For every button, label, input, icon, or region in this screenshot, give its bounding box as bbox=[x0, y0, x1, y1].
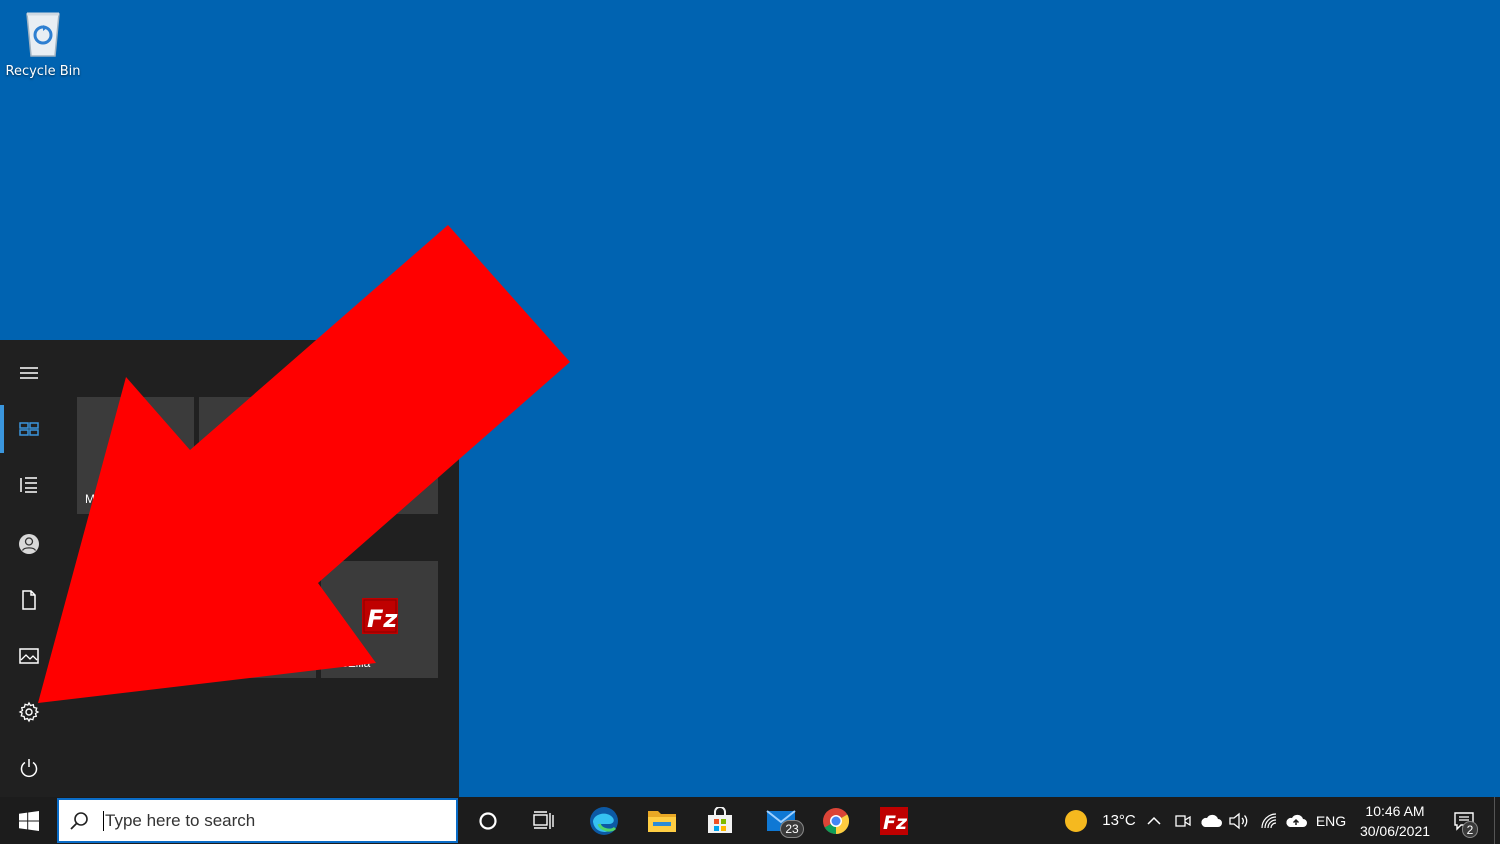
file-explorer-taskbar-button[interactable] bbox=[638, 797, 686, 844]
hamburger-menu-icon bbox=[20, 367, 38, 379]
wifi-icon bbox=[1261, 812, 1277, 828]
show-hidden-icons-button[interactable] bbox=[1142, 797, 1166, 844]
recycle-bin-label: Recycle Bin bbox=[5, 64, 81, 79]
meet-now-button[interactable] bbox=[1172, 797, 1194, 844]
svg-text:Fz: Fz bbox=[367, 605, 398, 633]
weather-temperature: 13°C bbox=[1102, 812, 1136, 829]
cortana-icon bbox=[479, 811, 497, 830]
notification-badge: 2 bbox=[1462, 821, 1478, 838]
expand-menu-button[interactable] bbox=[0, 345, 58, 401]
documents-icon bbox=[22, 590, 36, 610]
cortana-button[interactable] bbox=[464, 797, 512, 844]
settings-button[interactable] bbox=[0, 684, 58, 740]
clock-button[interactable]: 10:46 AM 30/06/2021 bbox=[1350, 800, 1440, 842]
tile-label: M bbox=[85, 492, 95, 506]
speaker-icon bbox=[1229, 812, 1248, 829]
pictures-icon bbox=[19, 648, 39, 664]
sun-icon bbox=[1065, 809, 1088, 832]
filezilla-icon: Fz bbox=[362, 598, 398, 634]
tile-label: FileZilla bbox=[329, 656, 371, 670]
tile-1[interactable]: M bbox=[77, 397, 194, 514]
microsoft-store-icon bbox=[708, 806, 732, 833]
power-button[interactable] bbox=[0, 740, 58, 796]
all-apps-button[interactable] bbox=[0, 457, 58, 513]
tile-3[interactable] bbox=[199, 561, 316, 678]
start-button[interactable] bbox=[0, 797, 57, 844]
task-view-icon bbox=[533, 810, 554, 829]
cloud-icon bbox=[1201, 814, 1222, 827]
tiles-button[interactable] bbox=[0, 401, 58, 457]
chrome-taskbar-button[interactable] bbox=[812, 797, 860, 844]
input-language-button[interactable]: ENG bbox=[1312, 797, 1350, 844]
volume-button[interactable] bbox=[1226, 797, 1252, 844]
onedrive-button[interactable] bbox=[1198, 797, 1224, 844]
language-indicator: ENG bbox=[1315, 812, 1347, 829]
task-view-button[interactable] bbox=[520, 797, 568, 844]
svg-text:Fz: Fz bbox=[883, 812, 908, 834]
filezilla-taskbar-button[interactable]: Fz bbox=[870, 797, 918, 844]
taskbar-search-box[interactable] bbox=[57, 798, 458, 843]
recycle-bin-icon bbox=[26, 12, 60, 57]
start-menu-rail bbox=[0, 340, 58, 797]
windows-logo-icon bbox=[18, 810, 39, 831]
network-button[interactable] bbox=[1256, 797, 1282, 844]
chrome-icon bbox=[823, 807, 850, 834]
clock-time: 10:46 AM bbox=[1365, 803, 1425, 819]
cloud-sync-button[interactable] bbox=[1282, 797, 1310, 844]
mail-badge: 23 bbox=[780, 820, 804, 838]
power-icon bbox=[20, 759, 38, 778]
clock-date: 30/06/2021 bbox=[1359, 823, 1431, 839]
user-icon bbox=[19, 534, 39, 554]
tile-2[interactable] bbox=[199, 397, 438, 514]
search-icon bbox=[59, 800, 99, 841]
folder-icon bbox=[648, 810, 676, 832]
recycle-bin-desktop-icon[interactable]: Recycle Bin bbox=[2, 6, 84, 86]
account-button[interactable] bbox=[0, 516, 58, 572]
edge-taskbar-button[interactable] bbox=[580, 797, 628, 844]
tiles-icon bbox=[19, 422, 39, 436]
action-center-button[interactable]: 2 bbox=[1444, 797, 1484, 844]
filezilla-icon: Fz bbox=[880, 806, 908, 835]
documents-button[interactable] bbox=[0, 572, 58, 628]
chevron-up-icon bbox=[1147, 816, 1161, 825]
mail-taskbar-button[interactable]: 23 bbox=[754, 797, 808, 844]
list-icon bbox=[20, 477, 37, 493]
camera-icon bbox=[1175, 814, 1191, 827]
settings-icon bbox=[18, 701, 40, 723]
start-menu: M Fz FileZilla bbox=[0, 340, 459, 797]
edge-icon bbox=[590, 806, 618, 835]
pictures-button[interactable] bbox=[0, 628, 58, 684]
show-desktop-button[interactable] bbox=[1494, 797, 1500, 844]
store-taskbar-button[interactable] bbox=[696, 797, 744, 844]
taskbar: 23 Fz 13°C bbox=[0, 797, 1500, 844]
search-input[interactable] bbox=[103, 810, 443, 831]
cloud-upload-icon bbox=[1286, 814, 1307, 827]
tile-filezilla[interactable]: Fz FileZilla bbox=[321, 561, 438, 678]
weather-widget[interactable]: 13°C bbox=[1050, 797, 1150, 844]
